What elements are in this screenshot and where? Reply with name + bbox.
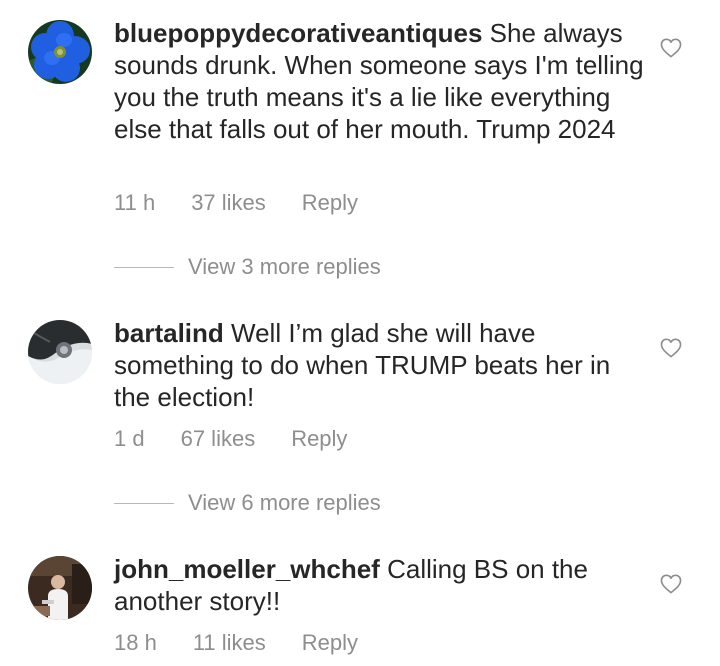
replies-divider <box>114 502 174 504</box>
reply-button[interactable]: Reply <box>302 190 358 216</box>
avatar[interactable] <box>28 320 92 384</box>
avatar[interactable] <box>28 20 92 84</box>
view-replies-label: View 3 more replies <box>188 254 381 279</box>
view-replies-button[interactable]: View 6 more replies <box>114 490 381 516</box>
heart-outline-icon <box>660 38 682 58</box>
comment-time[interactable]: 18 h <box>114 630 157 656</box>
like-button[interactable] <box>660 338 682 358</box>
comment-username[interactable]: john_moeller_whchef <box>114 554 380 584</box>
comment-likes[interactable]: 37 likes <box>191 190 266 216</box>
replies-divider <box>114 266 174 268</box>
comment-body: bluepoppydecorativeantiques She always s… <box>114 17 644 145</box>
avatar[interactable] <box>28 556 92 620</box>
comment-time[interactable]: 1 d <box>114 426 145 452</box>
view-replies-button[interactable]: View 3 more replies <box>114 254 381 280</box>
heart-outline-icon <box>660 338 682 358</box>
reply-button[interactable]: Reply <box>291 426 347 452</box>
car-wheel-avatar-icon <box>28 320 92 384</box>
comment-time[interactable]: 11 h <box>114 190 155 216</box>
chef-kitchen-avatar-icon <box>28 556 92 620</box>
blue-flower-avatar-icon <box>28 20 92 84</box>
comment-username[interactable]: bartalind <box>114 318 224 348</box>
heart-outline-icon <box>660 574 682 594</box>
comment-meta: 11 h 37 likes Reply <box>114 190 358 216</box>
like-button[interactable] <box>660 38 682 58</box>
comment-body: john_moeller_whchef Calling BS on the an… <box>114 553 644 617</box>
comment-username[interactable]: bluepoppydecorativeantiques <box>114 18 482 48</box>
comment-likes[interactable]: 11 likes <box>193 630 266 656</box>
reply-button[interactable]: Reply <box>302 630 358 656</box>
comment-likes[interactable]: 67 likes <box>181 426 256 452</box>
comment-meta: 18 h 11 likes Reply <box>114 630 358 656</box>
comment-body: bartalind Well I’m glad she will have so… <box>114 317 644 413</box>
view-replies-label: View 6 more replies <box>188 490 381 515</box>
like-button[interactable] <box>660 574 682 594</box>
comment-meta: 1 d 67 likes Reply <box>114 426 347 452</box>
